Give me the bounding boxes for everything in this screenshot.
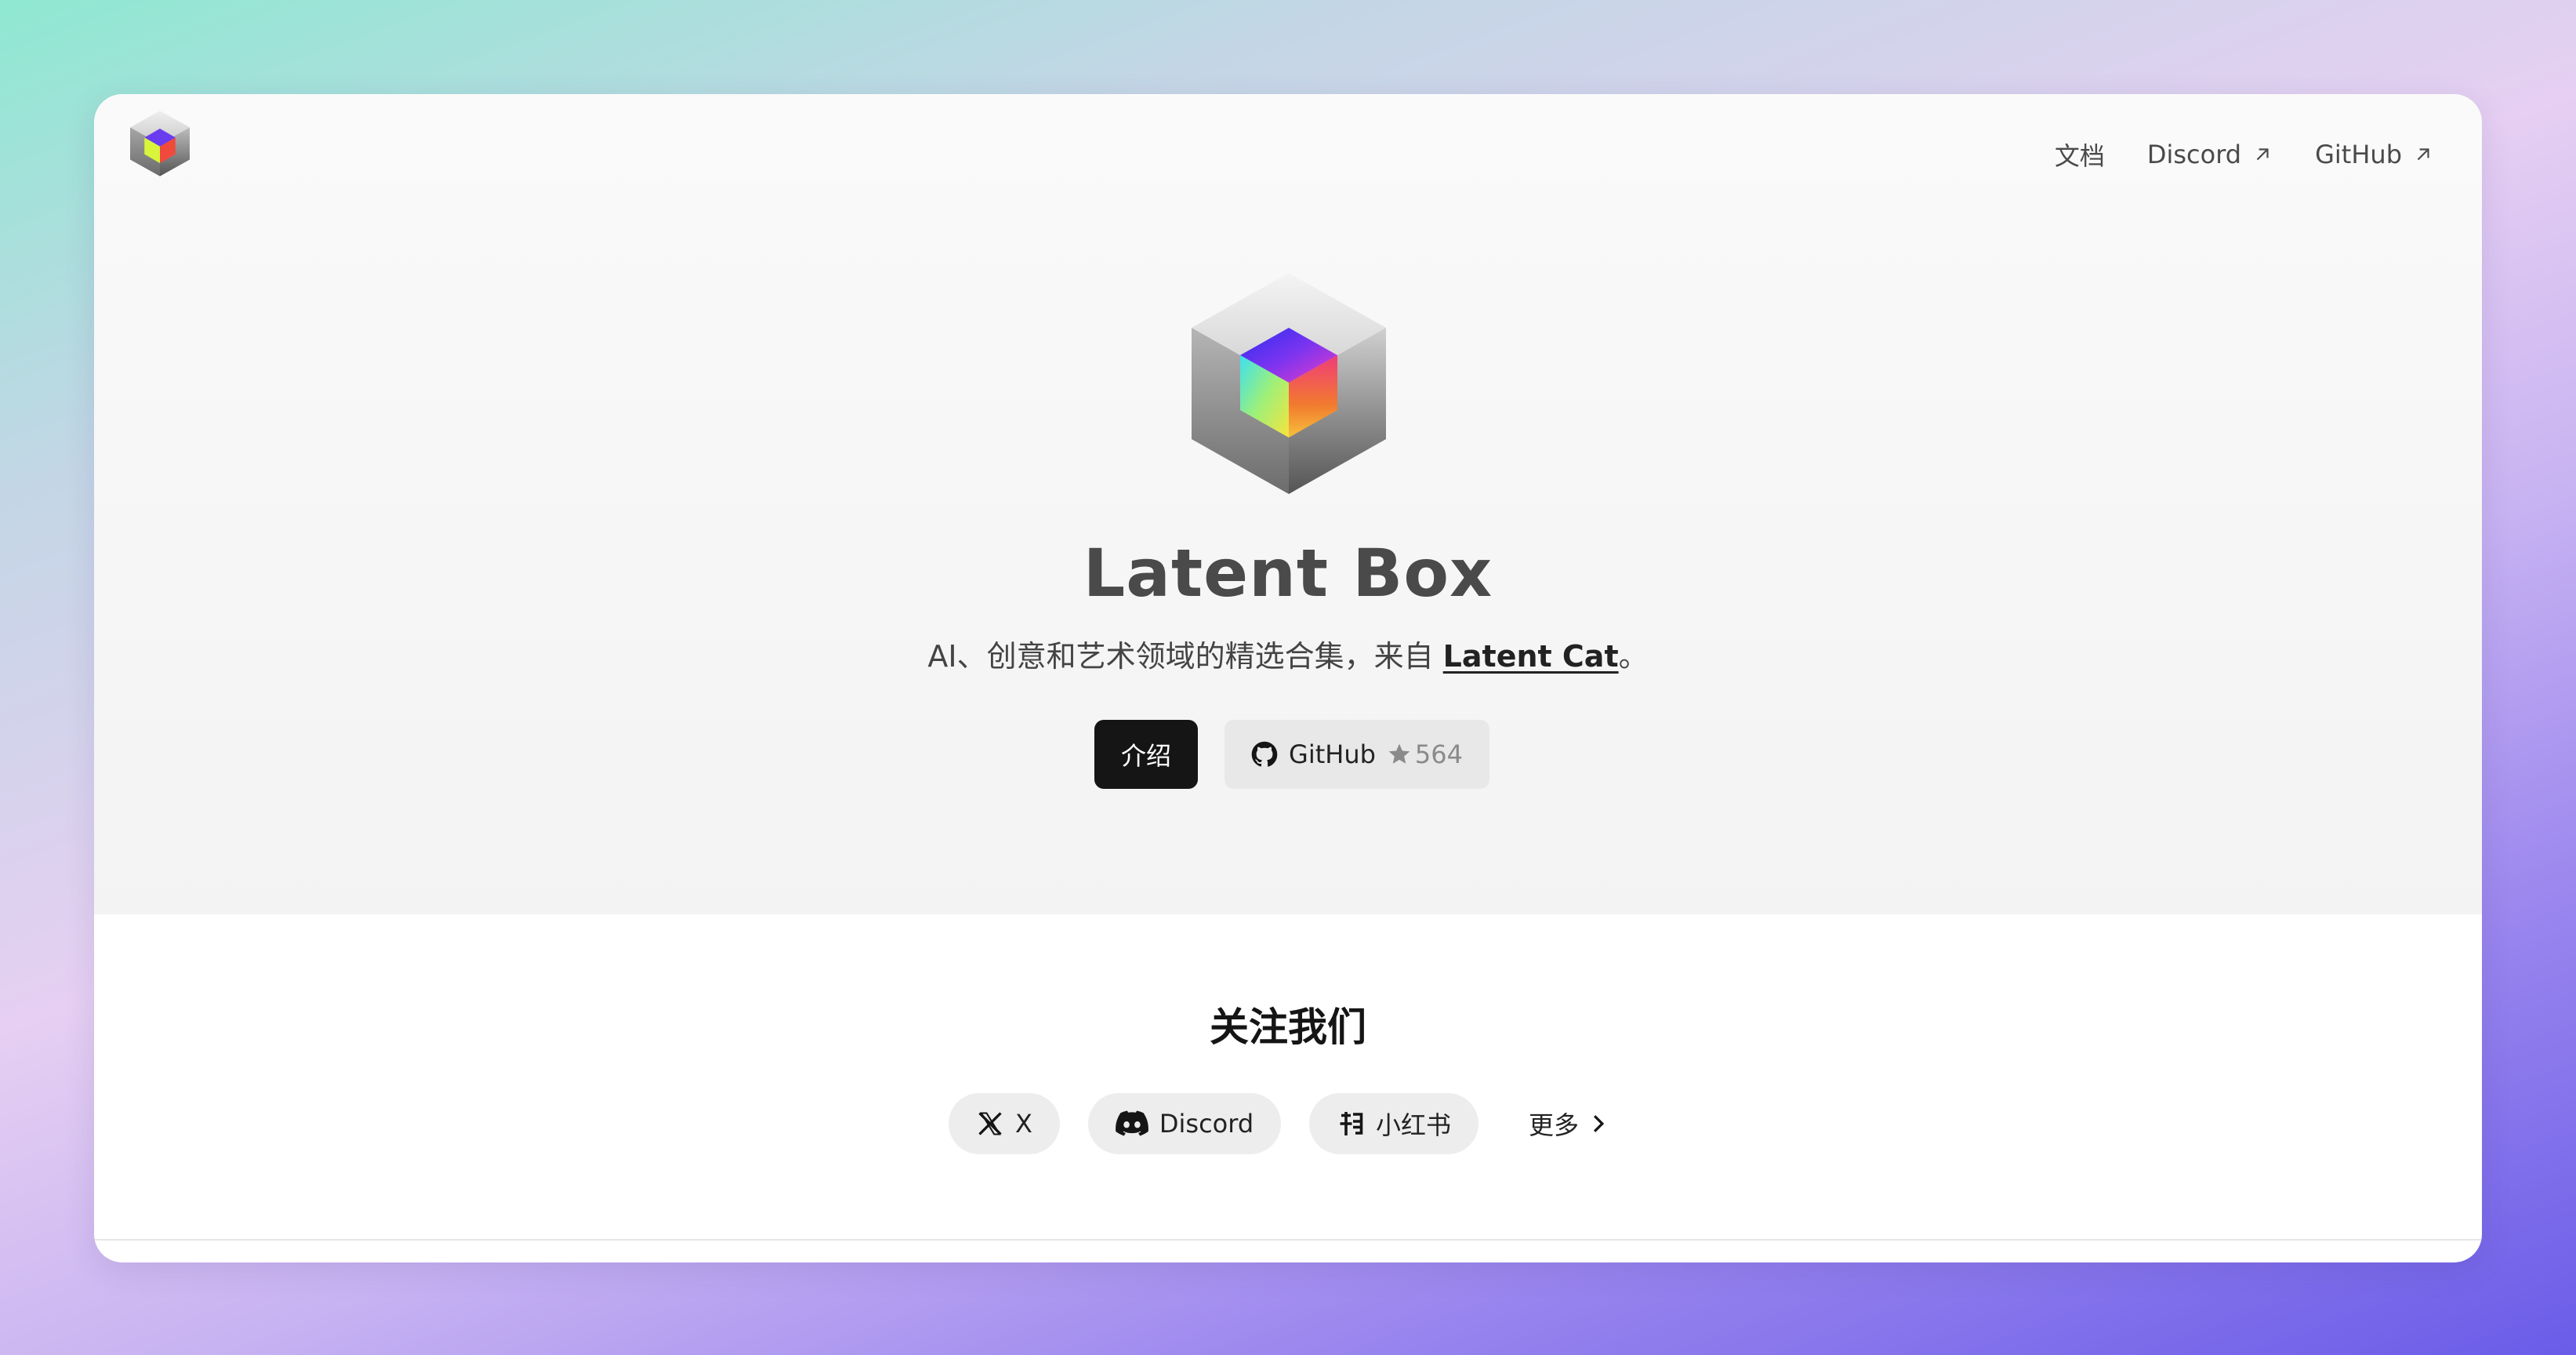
latent-cat-link[interactable]: Latent Cat (1443, 639, 1619, 674)
github-button-label: GitHub (1289, 739, 1376, 769)
follow-us-heading: 关注我们 (1210, 1004, 1366, 1050)
nav-link-discord-label: Discord (2146, 140, 2242, 169)
hero-subtitle-prefix: AI、创意和艺术领域的精选合集，来自 (927, 639, 1443, 674)
external-link-icon (2256, 148, 2269, 161)
xiaohongshu-icon (1340, 1112, 1363, 1135)
github-stars: 564 (1387, 739, 1463, 769)
github-star-count: 564 (1414, 739, 1463, 769)
intro-button[interactable]: 介绍 (1094, 720, 1198, 789)
x-logo-icon (978, 1112, 1002, 1135)
page-title: Latent Box (1083, 535, 1493, 612)
hero-section: 文档 Discord GitHub Latent Box AI、创意和艺术领域的… (94, 94, 2482, 914)
intro-button-label: 介绍 (1120, 741, 1171, 771)
github-stars-button[interactable]: GitHub 564 (1225, 720, 1489, 789)
follow-xiaohongshu-label: 小红书 (1375, 1110, 1451, 1140)
page-card: 文档 Discord GitHub Latent Box AI、创意和艺术领域的… (94, 94, 2482, 1262)
top-nav: 文档 Discord GitHub (2055, 136, 2433, 173)
follow-discord-label: Discord (1159, 1109, 1254, 1139)
follow-x-button[interactable]: X (949, 1093, 1060, 1154)
hero-subtitle: AI、创意和艺术领域的精选合集，来自 Latent Cat。 (94, 632, 2482, 675)
follow-xiaohongshu-button[interactable]: 小红书 (1309, 1093, 1478, 1154)
chevron-right-icon (1593, 1115, 1605, 1132)
nav-link-docs[interactable]: 文档 (2055, 136, 2105, 173)
hero-subtitle-suffix: 。 (1618, 639, 1649, 674)
nav-link-github[interactable]: GitHub (2315, 140, 2433, 169)
follow-discord-button[interactable]: Discord (1088, 1093, 1281, 1154)
follow-more-link[interactable]: 更多 (1521, 1093, 1615, 1154)
follow-more-label: 更多 (1528, 1110, 1579, 1140)
follow-x-label: X (1015, 1109, 1032, 1139)
hero-cube-logo-icon (1192, 273, 1386, 494)
star-icon (1388, 743, 1410, 764)
discord-icon (1115, 1110, 1148, 1136)
external-link-icon (2417, 148, 2429, 161)
nav-link-docs-label: 文档 (2054, 141, 2105, 171)
nav-link-discord[interactable]: Discord (2147, 140, 2273, 169)
section-divider (94, 1239, 2482, 1241)
github-icon (1251, 741, 1278, 767)
nav-link-github-label: GitHub (2315, 140, 2402, 169)
nav-logo-icon[interactable] (130, 110, 190, 177)
